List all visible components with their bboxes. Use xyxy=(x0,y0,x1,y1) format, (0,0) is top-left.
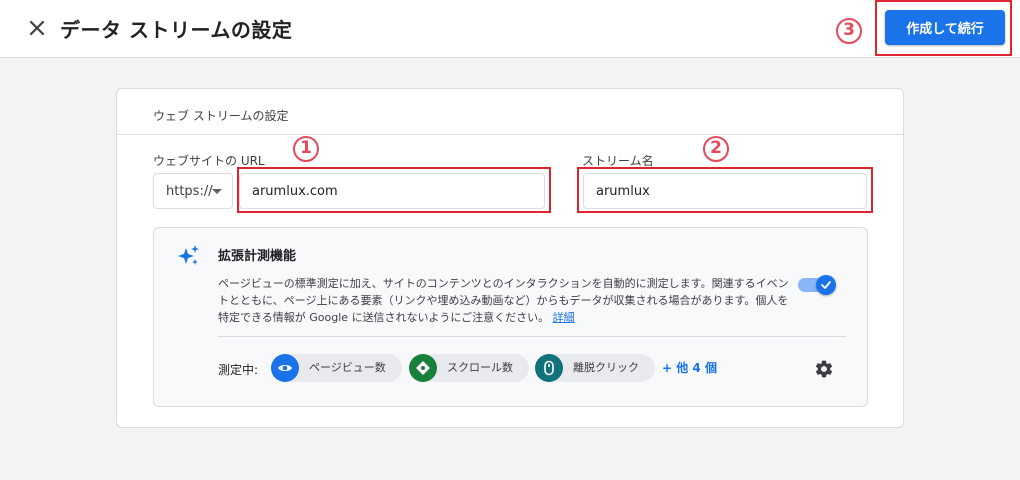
enhanced-measurement-panel: 拡張計測機能 ページビューの標準測定に加え、サイトのコンテンツとのインタラクショ… xyxy=(153,227,868,407)
card-title: ウェブ ストリームの設定 xyxy=(153,109,289,123)
annotation-marker-2: 2 xyxy=(703,133,729,162)
chip-outbound-clicks[interactable]: 離脱クリック xyxy=(535,354,655,382)
chip-scrolls[interactable]: スクロール数 xyxy=(409,354,529,382)
measuring-label: 測定中: xyxy=(218,363,259,377)
details-link[interactable]: 詳細 xyxy=(553,311,575,324)
enhanced-measurement-toggle[interactable] xyxy=(798,275,836,295)
protocol-select[interactable]: https:// xyxy=(153,173,233,209)
enhanced-measurement-title: 拡張計測機能 xyxy=(218,249,297,264)
annotation-box-stream-name xyxy=(577,167,873,213)
check-icon xyxy=(821,281,831,289)
card-divider xyxy=(117,134,903,135)
enhanced-measurement-description: ページビューの標準測定に加え、サイトのコンテンツとのインタラクションを自動的に測… xyxy=(218,275,798,326)
chip-label: ページビュー数 xyxy=(309,361,386,374)
panel-divider xyxy=(218,336,846,337)
web-stream-settings-card: ウェブ ストリームの設定 ウェブサイトの URL 1 https:// ストリー… xyxy=(116,88,904,428)
annotation-marker-3: 3 xyxy=(836,15,862,44)
annotation-marker-1: 1 xyxy=(293,133,319,162)
eye-icon xyxy=(271,354,299,382)
annotation-box-url xyxy=(237,167,551,213)
protocol-value: https:// xyxy=(166,184,213,199)
toggle-knob xyxy=(816,275,836,295)
chip-label: スクロール数 xyxy=(447,361,513,374)
sparkle-icon xyxy=(176,244,200,268)
close-icon[interactable] xyxy=(26,17,48,39)
caret-down-icon xyxy=(212,189,222,194)
gear-icon[interactable] xyxy=(814,359,834,379)
chip-label: 離脱クリック xyxy=(573,361,639,374)
annotation-box-create xyxy=(875,0,1012,56)
mouse-icon xyxy=(535,354,563,382)
description-text: ページビューの標準測定に加え、サイトのコンテンツとのインタラクションを自動的に測… xyxy=(218,277,789,324)
more-events-link[interactable]: + 他 4 個 xyxy=(662,359,717,376)
chip-page-views[interactable]: ページビュー数 xyxy=(271,354,402,382)
scroll-icon xyxy=(409,354,437,382)
page-title: データ ストリームの設定 xyxy=(60,18,293,42)
top-bar: データ ストリームの設定 3 作成して続行 xyxy=(0,0,1020,58)
